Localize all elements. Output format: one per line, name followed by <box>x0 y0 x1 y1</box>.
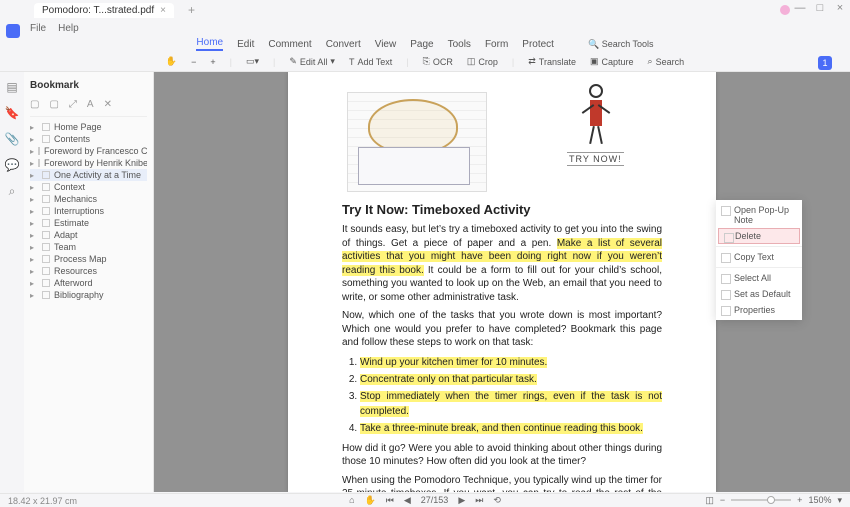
paragraph-3: How did it go? Were you able to avoid th… <box>342 442 662 469</box>
bookmark-item[interactable]: ▸Contents <box>30 133 147 145</box>
zoom-in-btn[interactable]: + <box>797 495 802 505</box>
maximize-button[interactable]: □ <box>814 2 826 14</box>
close-button[interactable]: × <box>834 2 846 14</box>
context-properties[interactable]: Properties <box>716 302 802 318</box>
app-logo-icon <box>6 24 20 38</box>
bookmark-item[interactable]: ▸Team <box>30 241 147 253</box>
search-tools[interactable]: 🔍 Search Tools <box>588 39 654 50</box>
tab-view[interactable]: View <box>375 39 397 50</box>
section-heading: Try It Now: Timeboxed Activity <box>342 202 662 217</box>
comment-panel-icon[interactable]: 💬 <box>5 158 20 172</box>
search-button[interactable]: ⌕ Search <box>648 56 685 67</box>
bookmark-panel-icon[interactable]: 🔖 <box>5 106 20 120</box>
bookmark-item[interactable]: ▸One Activity at a Time <box>30 169 147 181</box>
document-tab[interactable]: Pomodoro: T...strated.pdf × <box>34 3 174 18</box>
try-now-label: TRY NOW! <box>567 152 624 166</box>
document-page: TRY NOW! Try It Now: Timeboxed Activity … <box>288 72 716 492</box>
attachment-panel-icon[interactable]: 📎 <box>5 132 20 146</box>
context-delete[interactable]: Delete <box>718 228 800 244</box>
translate-button[interactable]: ⇄ Translate <box>528 56 576 67</box>
zoom-out-btn[interactable]: − <box>720 495 725 505</box>
context-copy-text[interactable]: Copy Text <box>716 249 802 265</box>
view-mode-icon[interactable]: ◫ <box>705 495 714 506</box>
add-text-button[interactable]: T Add Text <box>349 57 392 67</box>
tab-protect[interactable]: Protect <box>522 39 554 50</box>
select-tool-icon[interactable]: ▭▾ <box>246 56 259 67</box>
bookmark-item[interactable]: ▸Resources <box>30 265 147 277</box>
bookmark-item[interactable]: ▸Foreword by Francesco Cirillo <box>30 145 147 157</box>
list-item: Concentrate only on that particular task… <box>360 372 662 387</box>
thumbnail-panel-icon[interactable]: ▤ <box>6 80 17 94</box>
bookmark-tool-icon[interactable]: ▢ <box>49 99 58 110</box>
context-menu: Open Pop-Up Note Delete Copy Text Select… <box>716 200 802 320</box>
user-avatar-icon[interactable] <box>780 5 790 15</box>
tab-title: Pomodoro: T...strated.pdf <box>42 5 154 16</box>
last-page-icon[interactable]: ⏭ <box>475 495 483 506</box>
tab-page[interactable]: Page <box>410 39 433 50</box>
zoom-level[interactable]: 150% <box>808 495 831 505</box>
bookmark-item[interactable]: ▸Home Page <box>30 121 147 133</box>
bookmark-panel-title: Bookmark <box>30 76 147 95</box>
timer-sketch-image <box>347 92 487 192</box>
page-indicator[interactable]: 27/153 <box>421 495 449 505</box>
bookmark-text-icon[interactable]: A <box>87 99 94 110</box>
list-item: Wind up your kitchen timer for 10 minute… <box>360 355 662 370</box>
zoom-out-icon[interactable]: − <box>191 57 196 67</box>
menu-help[interactable]: Help <box>58 23 79 34</box>
right-panel-badge[interactable]: 1 <box>818 56 832 70</box>
tab-tools[interactable]: Tools <box>448 39 471 50</box>
first-page-icon[interactable]: ⏮ <box>386 495 394 506</box>
zoom-slider[interactable] <box>731 499 791 501</box>
bookmark-item[interactable]: ▸Mechanics <box>30 193 147 205</box>
crop-button[interactable]: ◫ Crop <box>467 56 498 67</box>
page-illustration: TRY NOW! <box>342 72 662 192</box>
edit-all-button[interactable]: ✎ Edit All ▾ <box>289 56 335 67</box>
bookmark-item[interactable]: ▸Process Map <box>30 253 147 265</box>
person-sketch-image: TRY NOW! <box>547 82 657 192</box>
bookmark-expand-icon[interactable]: ⤢ <box>69 99 77 110</box>
bookmark-item[interactable]: ▸Bibliography <box>30 289 147 301</box>
status-dimensions: 18.42 x 21.97 cm <box>8 496 77 506</box>
hand-icon[interactable]: ✋ <box>365 495 376 506</box>
list-item: Stop immediately when the timer rings, e… <box>360 389 662 419</box>
ocr-button[interactable]: ⎘ OCR <box>423 56 453 67</box>
paragraph-2: Now, which one of the tasks that you wro… <box>342 309 662 350</box>
bookmark-item[interactable]: ▸Foreword by Henrik Kniberg <box>30 157 147 169</box>
bookmark-more-icon[interactable]: ✕ <box>104 99 112 110</box>
bookmark-item[interactable]: ▸Afterword <box>30 277 147 289</box>
menu-file[interactable]: File <box>30 23 46 34</box>
minimize-button[interactable]: — <box>794 2 806 14</box>
capture-button[interactable]: ▣ Capture <box>590 56 634 67</box>
steps-list: Wind up your kitchen timer for 10 minute… <box>360 355 662 436</box>
tab-home[interactable]: Home <box>196 37 223 51</box>
bookmark-item[interactable]: ▸Adapt <box>30 229 147 241</box>
context-set-default[interactable]: Set as Default <box>716 286 802 302</box>
zoom-dropdown-icon[interactable]: ▾ <box>837 495 842 506</box>
bookmark-list: ▸Home Page▸Contents▸Foreword by Francesc… <box>30 121 147 301</box>
next-page-icon[interactable]: ▶ <box>458 495 465 506</box>
tab-convert[interactable]: Convert <box>326 39 361 50</box>
add-tab-button[interactable]: + <box>182 3 201 17</box>
context-select-all[interactable]: Select All <box>716 270 802 286</box>
paragraph-1: It sounds easy, but let’s try a timeboxe… <box>342 223 662 304</box>
context-open-popup[interactable]: Open Pop-Up Note <box>716 202 802 228</box>
tab-edit[interactable]: Edit <box>237 39 254 50</box>
paragraph-4: When using the Pomodoro Technique, you t… <box>342 474 662 493</box>
hand-tool-icon[interactable]: ✋ <box>166 56 177 67</box>
bookmark-item[interactable]: ▸Interruptions <box>30 205 147 217</box>
bookmark-item[interactable]: ▸Estimate <box>30 217 147 229</box>
fit-page-icon[interactable]: ⌂ <box>349 495 354 505</box>
rotate-icon[interactable]: ⟲ <box>493 495 501 506</box>
search-panel-icon[interactable]: ⌕ <box>9 184 16 199</box>
zoom-in-icon[interactable]: + <box>210 57 215 67</box>
prev-page-icon[interactable]: ◀ <box>404 495 411 506</box>
tab-comment[interactable]: Comment <box>268 39 311 50</box>
list-item: Take a three-minute break, and then cont… <box>360 421 662 436</box>
bookmark-add-icon[interactable]: ▢ <box>30 99 39 110</box>
tab-form[interactable]: Form <box>485 39 508 50</box>
bookmark-item[interactable]: ▸Context <box>30 181 147 193</box>
close-tab-icon[interactable]: × <box>160 5 166 16</box>
